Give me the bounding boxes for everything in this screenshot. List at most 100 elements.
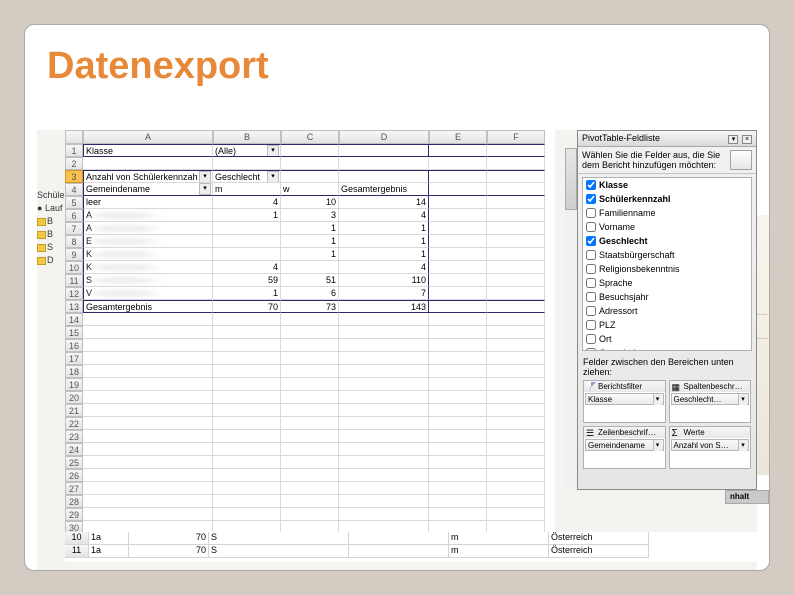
cell[interactable] <box>281 378 339 391</box>
field-checkbox[interactable] <box>586 236 596 246</box>
cell[interactable]: 1 <box>281 222 339 235</box>
cell[interactable]: 1 <box>281 235 339 248</box>
cell[interactable] <box>339 352 429 365</box>
cell[interactable] <box>213 365 281 378</box>
cell[interactable] <box>429 235 487 248</box>
cell[interactable] <box>281 313 339 326</box>
row-number[interactable]: 22 <box>65 417 83 430</box>
cell[interactable]: 1 <box>339 222 429 235</box>
field-checkbox[interactable] <box>586 306 596 316</box>
cell[interactable] <box>83 508 213 521</box>
cell[interactable] <box>339 469 429 482</box>
cell[interactable] <box>487 339 545 352</box>
cell[interactable] <box>83 456 213 469</box>
cell[interactable] <box>429 196 487 209</box>
cell[interactable] <box>281 326 339 339</box>
sheet-row[interactable]: 24 <box>65 443 555 456</box>
cell[interactable]: 4 <box>213 261 281 274</box>
cell[interactable] <box>339 495 429 508</box>
pivot-field[interactable]: Gemeinde <box>583 346 751 351</box>
cell[interactable] <box>339 144 429 157</box>
cell[interactable] <box>429 482 487 495</box>
row-number[interactable]: 21 <box>65 404 83 417</box>
cell[interactable]: 51 <box>281 274 339 287</box>
sheet-row[interactable]: 23 <box>65 430 555 443</box>
cell[interactable] <box>487 196 545 209</box>
row-number[interactable]: 14 <box>65 313 83 326</box>
cell[interactable] <box>429 261 487 274</box>
cell[interactable]: 10 <box>281 196 339 209</box>
sheet-row[interactable]: 1Klasse(Alle) <box>65 144 555 157</box>
cell[interactable] <box>281 365 339 378</box>
cell[interactable] <box>83 417 213 430</box>
cell[interactable] <box>487 495 545 508</box>
column-header[interactable]: A <box>83 130 213 144</box>
cell[interactable] <box>429 274 487 287</box>
row-number[interactable]: 23 <box>65 430 83 443</box>
cell[interactable]: 143 <box>339 300 429 313</box>
cell[interactable] <box>339 326 429 339</box>
row-number[interactable]: 16 <box>65 339 83 352</box>
cell[interactable] <box>213 482 281 495</box>
cell[interactable] <box>487 287 545 300</box>
row-number[interactable]: 11 <box>65 274 83 287</box>
cell[interactable] <box>487 365 545 378</box>
cell[interactable] <box>281 508 339 521</box>
cell[interactable] <box>281 404 339 417</box>
sheet-row[interactable]: 15 <box>65 326 555 339</box>
pivot-field[interactable]: PLZ <box>583 318 751 332</box>
sheet-row[interactable]: 14 <box>65 313 555 326</box>
sheet-row[interactable]: 4GemeindenamemwGesamtergebnis <box>65 183 555 196</box>
cell[interactable]: E <box>83 235 213 248</box>
cell[interactable] <box>487 378 545 391</box>
tree-item[interactable]: D <box>37 255 65 268</box>
cell[interactable] <box>281 144 339 157</box>
cell[interactable] <box>487 404 545 417</box>
report-filter-area[interactable]: Berichtsfilter Klasse <box>583 380 666 423</box>
row-number[interactable]: 26 <box>65 469 83 482</box>
cell[interactable] <box>339 456 429 469</box>
cell[interactable] <box>281 352 339 365</box>
cell[interactable] <box>83 482 213 495</box>
cell[interactable] <box>339 313 429 326</box>
cell[interactable] <box>429 443 487 456</box>
cell[interactable] <box>339 404 429 417</box>
cell[interactable] <box>83 430 213 443</box>
cell[interactable] <box>83 378 213 391</box>
cell[interactable]: 110 <box>339 274 429 287</box>
field-checkbox[interactable] <box>586 264 596 274</box>
cell[interactable] <box>281 339 339 352</box>
cell[interactable] <box>83 157 213 170</box>
cell[interactable] <box>281 443 339 456</box>
sheet-row[interactable]: 25 <box>65 456 555 469</box>
cell[interactable] <box>281 170 339 183</box>
cell[interactable] <box>339 430 429 443</box>
sheet-row[interactable]: 18 <box>65 365 555 378</box>
pivot-panel-titlebar[interactable]: PivotTable-Feldliste ▾ × <box>578 131 756 147</box>
cell[interactable] <box>213 430 281 443</box>
cell[interactable] <box>429 417 487 430</box>
cell[interactable] <box>429 404 487 417</box>
field-checkbox[interactable] <box>586 334 596 344</box>
sheet-row[interactable]: 20 <box>65 391 555 404</box>
cell[interactable] <box>429 287 487 300</box>
cell[interactable] <box>429 508 487 521</box>
cell[interactable] <box>429 144 487 157</box>
cell[interactable] <box>281 482 339 495</box>
pivot-field[interactable]: Adressort <box>583 304 751 318</box>
cell[interactable] <box>83 326 213 339</box>
cell[interactable] <box>487 469 545 482</box>
cell[interactable] <box>429 391 487 404</box>
row-number[interactable]: 28 <box>65 495 83 508</box>
cell[interactable]: 1 <box>339 235 429 248</box>
cell[interactable]: 7 <box>339 287 429 300</box>
cell[interactable] <box>281 261 339 274</box>
pivot-field[interactable]: Staatsbürgerschaft <box>583 248 751 262</box>
cell[interactable] <box>213 508 281 521</box>
sheet-row[interactable]: 21 <box>65 404 555 417</box>
cell[interactable] <box>487 456 545 469</box>
cell[interactable] <box>213 391 281 404</box>
cell[interactable] <box>487 209 545 222</box>
cell[interactable]: 4 <box>339 209 429 222</box>
cell[interactable] <box>339 365 429 378</box>
